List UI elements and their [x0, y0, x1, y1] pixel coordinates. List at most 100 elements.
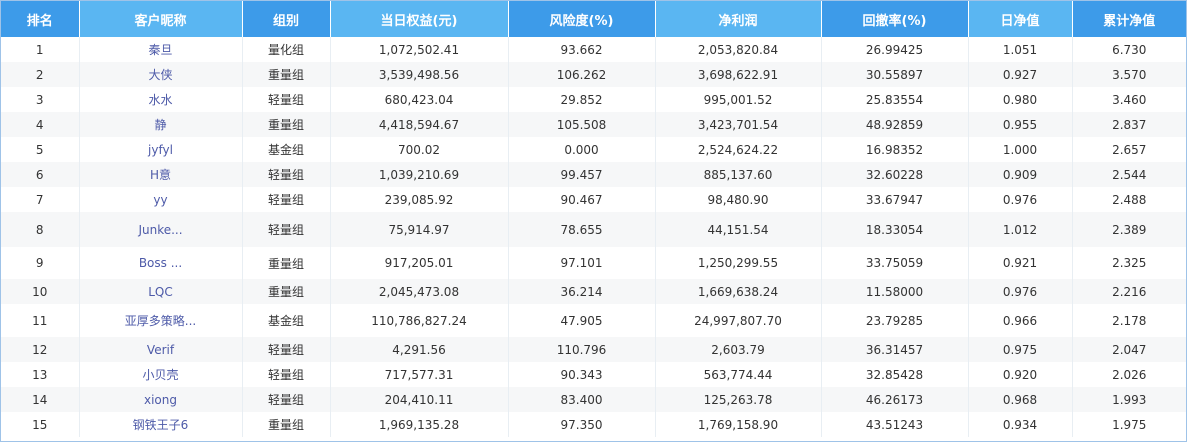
cell-risk: 29.852	[508, 87, 656, 112]
table-row[interactable]: 4 静重量组 4,418,594.67 105.508 3,423,701.54 48.9…	[1, 112, 1186, 137]
cell-daily-nav: 0.975	[968, 337, 1073, 362]
cell-nickname[interactable]: LQC	[79, 279, 243, 304]
table-row[interactable]: 2 大侠 重量组 3,539,498.56 106.262 3,698,622.91 30.…	[1, 62, 1186, 87]
cell-drawdown: 43.51243	[821, 412, 969, 437]
header-net-profit[interactable]: 净利润	[655, 1, 822, 37]
cell-nickname[interactable]: 秦旦	[79, 37, 243, 62]
cell-group: 轻量组	[242, 87, 331, 112]
cell-cumulative-nav: 3.460	[1072, 87, 1186, 112]
header-group[interactable]: 组别	[242, 1, 331, 37]
cell-nickname[interactable]: Boss ...	[79, 247, 243, 279]
header-nickname[interactable]: 客户昵称	[79, 1, 243, 37]
cell-risk: 47.905	[508, 304, 656, 337]
header-drawdown[interactable]: 回撤率(%)	[821, 1, 969, 37]
ranking-table: 排名 客户昵称 组别 当日权益(元) 风险度(%) 净利润 回撤率(%) 日净值…	[1, 1, 1186, 437]
cell-risk: 90.343	[508, 362, 656, 387]
cell-daily-nav: 0.920	[968, 362, 1073, 387]
cell-net-profit: 1,769,158.90	[655, 412, 822, 437]
table-row[interactable]: 15 钢铁王子6 重量组 1,969,135.28 97.350 1,769,158.90…	[1, 412, 1186, 437]
cell-nickname[interactable]: 大侠	[79, 62, 243, 87]
table-row[interactable]: 10 LQC 重量组 2,045,473.08 36.214 1,669,638.24 11…	[1, 279, 1186, 304]
cell-nickname[interactable]: Junke...	[79, 212, 243, 247]
cell-nickname[interactable]: H意	[79, 162, 243, 187]
cell-nickname[interactable]: xiong	[79, 387, 243, 412]
table-row[interactable]: 14 xiong 轻量组 204,410.11 83.400 125,263.78 46.2…	[1, 387, 1186, 412]
cell-group: 轻量组	[242, 187, 331, 212]
cell-group: 量化组	[242, 37, 331, 62]
cell-net-profit: 24,997,807.70	[655, 304, 822, 337]
cell-daily-nav: 0.921	[968, 247, 1073, 279]
table-row[interactable]: 13 小贝壳 轻量组 717,577.31 90.343 563,774.44 32.854…	[1, 362, 1186, 387]
cell-cumulative-nav: 2.178	[1072, 304, 1186, 337]
cell-nickname[interactable]: 亚厚多策略...	[79, 304, 243, 337]
cell-nickname[interactable]: yy	[79, 187, 243, 212]
cell-nickname[interactable]: Verif	[79, 337, 243, 362]
table-row[interactable]: 8 Junke... 轻量组 75,914.97 78.655 44,151.54 18.3…	[1, 212, 1186, 247]
cell-net-profit: 2,053,820.84	[655, 37, 822, 62]
cell-drawdown: 18.33054	[821, 212, 969, 247]
cell-daily-nav: 0.966	[968, 304, 1073, 337]
header-rank[interactable]: 排名	[1, 1, 80, 37]
cell-group: 重量组	[242, 412, 331, 437]
cell-drawdown: 32.85428	[821, 362, 969, 387]
cell-cumulative-nav: 3.570	[1072, 62, 1186, 87]
cell-daily-nav: 0.934	[968, 412, 1073, 437]
cell-risk: 93.662	[508, 37, 656, 62]
cell-net-profit: 3,698,622.91	[655, 62, 822, 87]
cell-net-profit: 995,001.52	[655, 87, 822, 112]
cell-cumulative-nav: 2.325	[1072, 247, 1186, 279]
cell-rank: 6	[1, 162, 80, 187]
cell-nickname[interactable]: 钢铁王子6	[79, 412, 243, 437]
cell-net-profit: 1,669,638.24	[655, 279, 822, 304]
cell-rank: 10	[1, 279, 80, 304]
table-row[interactable]: 5 jyfyl 基金组 700.02 0.000 2,524,624.22 16.98352…	[1, 137, 1186, 162]
cell-equity: 700.02	[330, 137, 509, 162]
header-daily-nav[interactable]: 日净值	[968, 1, 1073, 37]
cell-equity: 204,410.11	[330, 387, 509, 412]
cell-drawdown: 16.98352	[821, 137, 969, 162]
cell-drawdown: 30.55897	[821, 62, 969, 87]
cell-drawdown: 48.92859	[821, 112, 969, 137]
cell-rank: 11	[1, 304, 80, 337]
table-row[interactable]: 9 Boss ... 重量组 917,205.01 97.101 1,250,299.55…	[1, 247, 1186, 279]
cell-nickname[interactable]: 静	[79, 112, 243, 137]
cell-equity: 717,577.31	[330, 362, 509, 387]
cell-daily-nav: 1.012	[968, 212, 1073, 247]
cell-drawdown: 33.75059	[821, 247, 969, 279]
cell-drawdown: 36.31457	[821, 337, 969, 362]
header-risk[interactable]: 风险度(%)	[508, 1, 656, 37]
table-row[interactable]: 7 yy 轻量组 239,085.92 90.467 98,480.90 33.67947 0…	[1, 187, 1186, 212]
cell-rank: 12	[1, 337, 80, 362]
cell-equity: 1,969,135.28	[330, 412, 509, 437]
cell-rank: 4	[1, 112, 80, 137]
cell-daily-nav: 0.980	[968, 87, 1073, 112]
cell-daily-nav: 0.927	[968, 62, 1073, 87]
table-row[interactable]: 12 Verif 轻量组 4,291.56 110.796 2,603.79 36.3145…	[1, 337, 1186, 362]
table-row[interactable]: 6 H意 轻量组 1,039,210.69 99.457 885,137.60 32.602…	[1, 162, 1186, 187]
header-equity[interactable]: 当日权益(元)	[330, 1, 509, 37]
cell-cumulative-nav: 6.730	[1072, 37, 1186, 62]
cell-group: 重量组	[242, 279, 331, 304]
cell-equity: 3,539,498.56	[330, 62, 509, 87]
cell-daily-nav: 0.909	[968, 162, 1073, 187]
cell-equity: 1,039,210.69	[330, 162, 509, 187]
table-row[interactable]: 11 亚厚多策略... 基金组 110,786,827.24 47.905 24,997,…	[1, 304, 1186, 337]
cell-net-profit: 3,423,701.54	[655, 112, 822, 137]
header-cumulative-nav[interactable]: 累计净值	[1072, 1, 1186, 37]
cell-cumulative-nav: 2.544	[1072, 162, 1186, 187]
cell-net-profit: 2,603.79	[655, 337, 822, 362]
cell-rank: 8	[1, 212, 80, 247]
cell-net-profit: 98,480.90	[655, 187, 822, 212]
cell-risk: 105.508	[508, 112, 656, 137]
cell-risk: 110.796	[508, 337, 656, 362]
table-row[interactable]: 3 水水 轻量组 680,423.04 29.852 995,001.52 25.83554…	[1, 87, 1186, 112]
cell-net-profit: 885,137.60	[655, 162, 822, 187]
cell-equity: 75,914.97	[330, 212, 509, 247]
cell-nickname[interactable]: 水水	[79, 87, 243, 112]
table-row[interactable]: 1 秦旦 量化组 1,072,502.41 93.662 2,053,820.84 26.9…	[1, 37, 1186, 62]
cell-nickname[interactable]: 小贝壳	[79, 362, 243, 387]
cell-drawdown: 26.99425	[821, 37, 969, 62]
cell-risk: 90.467	[508, 187, 656, 212]
cell-equity: 680,423.04	[330, 87, 509, 112]
cell-nickname[interactable]: jyfyl	[79, 137, 243, 162]
